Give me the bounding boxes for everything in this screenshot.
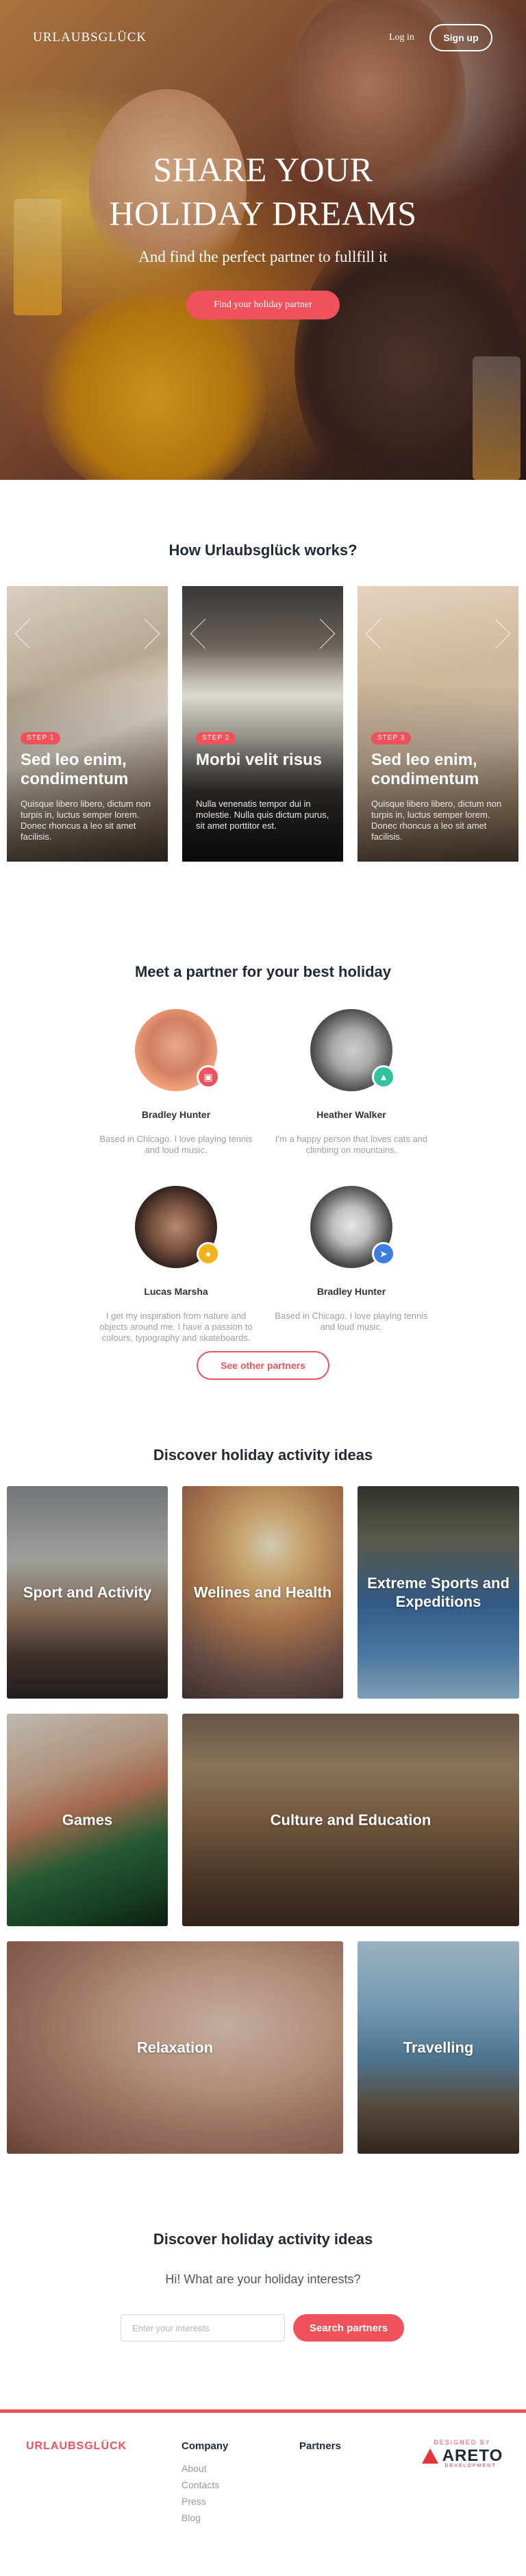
step-text: Quisque libero libero, dictum non turpis… bbox=[21, 799, 151, 842]
signup-button[interactable]: Sign up bbox=[429, 24, 492, 51]
carousel-next-arrow-icon[interactable] bbox=[317, 613, 338, 655]
hero-title-line: HOLIDAY DREAMS bbox=[109, 194, 417, 232]
search-section: Discover holiday activity ideas Hi! What… bbox=[0, 2166, 526, 2409]
partner-bio: Based in Chicago. I love playing tennis … bbox=[275, 1311, 428, 1332]
activity-label: Sport and Activity bbox=[23, 1583, 152, 1601]
see-other-partners-button[interactable]: See other partners bbox=[197, 1351, 329, 1380]
areto-logo-icon bbox=[421, 2449, 438, 2464]
partners-section: Meet a partner for your best holiday ▣ B… bbox=[0, 936, 526, 1412]
partner-bio: Based in Chicago. I love playing tennis … bbox=[99, 1134, 253, 1155]
designed-by-label: DESIGNED BY bbox=[434, 2439, 491, 2446]
activity-label: Travelling bbox=[403, 2039, 474, 2056]
step-text: Quisque libero libero, dictum non turpis… bbox=[371, 799, 502, 842]
step-badge: STEP 1 bbox=[21, 732, 61, 744]
footer-partners-column: Partners bbox=[299, 2440, 341, 2460]
find-partner-button[interactable]: Find your holiday partner bbox=[186, 291, 340, 319]
search-partners-button[interactable]: Search partners bbox=[293, 2314, 404, 2342]
designed-by-credit[interactable]: DESIGNED BY ARETO DEVELOPMENT bbox=[421, 2439, 503, 2468]
activity-label: Culture and Education bbox=[270, 1811, 431, 1829]
hero-subtitle: And find the perfect partner to fullfill… bbox=[138, 248, 388, 265]
partner-name: Bradley Hunter bbox=[141, 1109, 211, 1120]
activity-label: Welines and Health bbox=[193, 1583, 332, 1601]
partner-bio: I get my inspiration from nature and obj… bbox=[99, 1311, 253, 1343]
footer-company-column: Company About Contacts Press Blog bbox=[181, 2440, 228, 2526]
search-subtitle: Hi! What are your holiday interests? bbox=[165, 2272, 361, 2286]
partner-card[interactable]: ➤ Bradley Hunter Based in Chicago. I lov… bbox=[262, 1186, 440, 1333]
activity-tile-sport[interactable]: Sport and Activity bbox=[7, 1486, 168, 1699]
partner-name: Heather Walker bbox=[316, 1109, 386, 1120]
section-title: Discover holiday activity ideas bbox=[153, 1446, 373, 1463]
plane-icon: ➤ bbox=[372, 1242, 395, 1265]
hero-title: SHARE YOUR HOLIDAY DREAMS bbox=[0, 147, 526, 235]
avatar[interactable]: ▲ bbox=[310, 1009, 395, 1091]
carousel-prev-arrow-icon[interactable] bbox=[363, 613, 384, 655]
activity-tile-relaxation[interactable]: Relaxation bbox=[7, 1941, 343, 2154]
footer: URLAUBSGLÜCK Company About Contacts Pres… bbox=[0, 2409, 526, 2576]
carousel-next-arrow-icon[interactable] bbox=[492, 613, 513, 655]
activity-tile-wellness[interactable]: Welines and Health bbox=[182, 1486, 343, 1699]
step-card[interactable]: STEP 2 Morbi velit risus Nulla venenatis… bbox=[182, 586, 343, 862]
site-logo[interactable]: URLAUBSGLÜCK bbox=[33, 30, 147, 45]
step-title: Morbi velit risus bbox=[196, 751, 323, 769]
avatar[interactable]: ▣ bbox=[135, 1009, 220, 1091]
login-link[interactable]: Log in bbox=[389, 32, 414, 43]
mountain-icon: ▲ bbox=[372, 1065, 395, 1089]
partner-bio: I'm a happy person that loves cats and c… bbox=[275, 1134, 428, 1155]
footer-link-blog[interactable]: Blog bbox=[181, 2510, 228, 2526]
lock-icon: ● bbox=[197, 1242, 220, 1265]
partner-card[interactable]: ▲ Heather Walker I'm a happy person that… bbox=[262, 1009, 440, 1156]
activity-tile-games[interactable]: Games bbox=[7, 1714, 168, 1926]
carousel-prev-arrow-icon[interactable] bbox=[12, 613, 33, 655]
footer-logo[interactable]: URLAUBSGLÜCK bbox=[26, 2440, 127, 2453]
partner-name: Lucas Marsha bbox=[144, 1286, 208, 1297]
section-title: Meet a partner for your best holiday bbox=[134, 963, 392, 980]
footer-link-about[interactable]: About bbox=[181, 2460, 228, 2477]
activity-tile-travelling[interactable]: Travelling bbox=[358, 1941, 519, 2154]
studio-name: ARETO bbox=[442, 2446, 503, 2465]
suitcase-icon: ▣ bbox=[197, 1065, 220, 1089]
step-card[interactable]: STEP 1 Sed leo enim, condimentum Quisque… bbox=[7, 586, 168, 862]
partner-card[interactable]: ▣ Bradley Hunter Based in Chicago. I lov… bbox=[87, 1009, 265, 1156]
footer-heading: Company bbox=[181, 2440, 229, 2452]
hero-title-line: SHARE YOUR bbox=[153, 150, 373, 189]
interests-input[interactable] bbox=[121, 2314, 285, 2342]
section-title: How Urlaubsglück works? bbox=[168, 542, 358, 559]
avatar[interactable]: ➤ bbox=[310, 1186, 395, 1268]
step-title: Sed leo enim, condimentum bbox=[371, 751, 479, 788]
top-navigation: URLAUBSGLÜCK Log in Sign up bbox=[0, 0, 526, 75]
hero-photo-glass bbox=[473, 356, 521, 480]
footer-link-contacts[interactable]: Contacts bbox=[181, 2477, 228, 2493]
partner-name: Bradley Hunter bbox=[316, 1286, 386, 1297]
studio-subtitle: DEVELOPMENT bbox=[444, 2464, 497, 2468]
carousel-next-arrow-icon[interactable] bbox=[142, 613, 162, 655]
carousel-prev-arrow-icon[interactable] bbox=[188, 613, 208, 655]
footer-link-press[interactable]: Press bbox=[181, 2493, 228, 2510]
step-card[interactable]: STEP 3 Sed leo enim, condimentum Quisque… bbox=[358, 586, 518, 862]
footer-heading: Partners bbox=[299, 2440, 341, 2452]
step-title: Sed leo enim, condimentum bbox=[21, 751, 129, 788]
step-badge: STEP 2 bbox=[196, 732, 236, 744]
hero-photo-woman-jacket bbox=[41, 295, 267, 480]
step-badge: STEP 3 bbox=[371, 732, 412, 744]
section-title: Discover holiday activity ideas bbox=[153, 2231, 373, 2248]
activity-tile-culture[interactable]: Culture and Education bbox=[182, 1714, 519, 1926]
activities-section: Discover holiday activity ideas Sport an… bbox=[0, 1412, 526, 2166]
step-text: Nulla venenatis tempor dui in molestie. … bbox=[196, 799, 329, 831]
partner-card[interactable]: ● Lucas Marsha I get my inspiration from… bbox=[87, 1186, 265, 1344]
activity-label: Relaxation bbox=[136, 2039, 214, 2056]
activity-label: Extreme Sports and Expeditions bbox=[367, 1575, 510, 1610]
activity-tile-extreme[interactable]: Extreme Sports and Expeditions bbox=[358, 1486, 519, 1699]
hero-section: URLAUBSGLÜCK Log in Sign up SHARE YOUR H… bbox=[0, 0, 526, 480]
how-it-works-section: How Urlaubsglück works? STEP 1 Sed leo e… bbox=[0, 480, 526, 936]
activity-label: Games bbox=[62, 1811, 113, 1829]
avatar[interactable]: ● bbox=[135, 1186, 220, 1268]
